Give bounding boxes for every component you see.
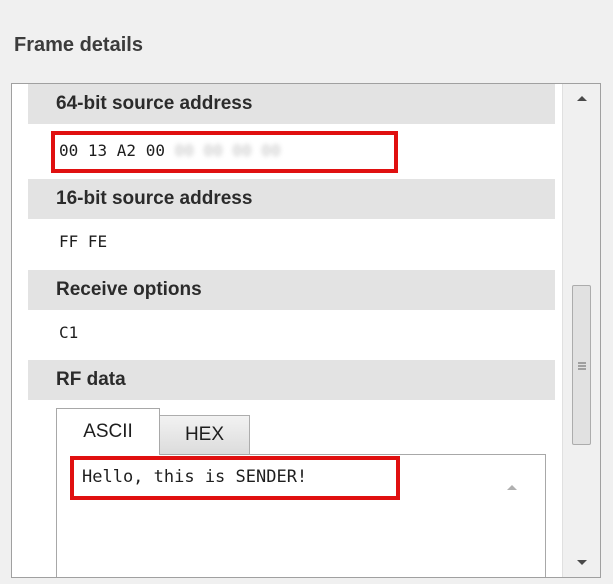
value-16bit-address: FF FE: [59, 232, 108, 251]
highlight-box-address: [51, 131, 398, 173]
tab-hex[interactable]: HEX: [159, 415, 250, 455]
scroll-up-arrow-icon[interactable]: [563, 84, 600, 112]
section-header-receive-options: Receive options: [28, 270, 555, 310]
panel-title: Frame details: [14, 34, 143, 56]
tab-ascii[interactable]: ASCII: [56, 408, 160, 455]
section-header-rf-data: RF data: [28, 360, 555, 400]
highlight-box-rf-data: [70, 456, 400, 500]
frame-details-panel: 64-bit source address 00 13 A2 00 00 00 …: [11, 83, 601, 578]
main-scrollbar[interactable]: [562, 84, 600, 577]
grip-lines-icon: [577, 356, 587, 375]
scroll-up-arrow-icon[interactable]: [504, 477, 520, 496]
scroll-down-arrow-icon[interactable]: [563, 549, 600, 577]
value-receive-options: C1: [59, 323, 79, 342]
rf-data-tab-content: Hello, this is SENDER!: [56, 454, 546, 577]
scroll-thumb[interactable]: [572, 285, 591, 445]
rf-data-scrollbar[interactable]: [498, 463, 528, 577]
section-header-64bit-address: 64-bit source address: [28, 84, 555, 124]
section-header-16bit-address: 16-bit source address: [28, 179, 555, 219]
